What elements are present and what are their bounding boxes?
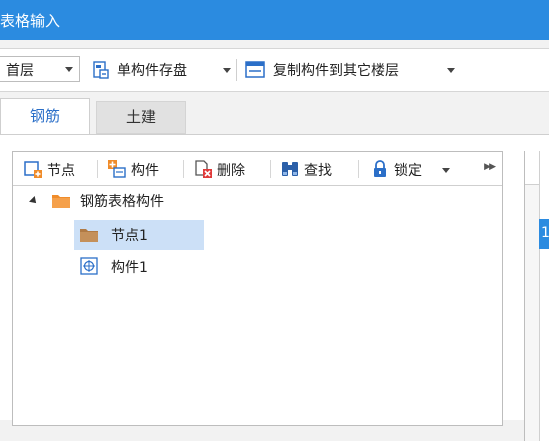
tree-node-component[interactable]: 构件1 — [74, 252, 204, 282]
copy-to-floors-label: 复制构件到其它楼层 — [273, 63, 399, 79]
delete-label: 删除 — [217, 163, 245, 179]
right-grid — [539, 151, 549, 441]
window-title: 表格输入 — [0, 12, 61, 30]
component-tree-panel: 节点 构件 删除 查找 锁定 ▶▶ 钢筋表格构件 节点1 构件1 — [12, 151, 503, 426]
chevron-down-icon — [442, 168, 450, 173]
divider — [270, 160, 271, 178]
tree-root-node[interactable]: 钢筋表格构件 — [13, 186, 313, 216]
folder-icon — [79, 226, 99, 248]
tree-node-joint[interactable]: 节点1 — [74, 220, 204, 250]
chevron-down-icon — [223, 68, 231, 73]
right-panel: 1 — [524, 151, 549, 441]
lock-icon — [370, 159, 390, 183]
copy-to-floors-button[interactable]: 复制构件到其它楼层 — [244, 59, 460, 81]
floor-select[interactable]: 首层 — [0, 56, 80, 82]
more-chevron-icon[interactable]: ▶▶ — [484, 162, 496, 172]
tab-rebar[interactable]: 钢筋 — [0, 98, 90, 134]
tab-civil[interactable]: 土建 — [96, 101, 186, 134]
divider — [97, 160, 98, 178]
delete-button[interactable]: 删除 — [193, 158, 263, 180]
copy-floors-icon — [244, 60, 266, 84]
tree-root-label: 钢筋表格构件 — [80, 194, 164, 210]
divider — [358, 160, 359, 178]
lock-button[interactable]: 锁定 — [370, 158, 454, 180]
binoculars-icon — [280, 159, 300, 183]
content-area: 节点 构件 删除 查找 锁定 ▶▶ 钢筋表格构件 节点1 构件1 1 — [0, 134, 549, 441]
find-button[interactable]: 查找 — [280, 158, 350, 180]
save-component-label: 单构件存盘 — [117, 63, 187, 79]
add-node-label: 节点 — [47, 163, 75, 179]
tab-bar: 钢筋 土建 — [0, 95, 549, 135]
floor-select-value: 首层 — [6, 63, 34, 79]
tree-toolbar: 节点 构件 删除 查找 锁定 ▶▶ — [13, 152, 502, 186]
save-component-icon — [91, 60, 111, 84]
tree-node-label: 构件1 — [111, 260, 148, 276]
lock-label: 锁定 — [394, 163, 422, 179]
chevron-down-icon — [65, 67, 73, 72]
add-component-label: 构件 — [131, 163, 159, 179]
expand-arrow-icon[interactable] — [29, 196, 39, 206]
divider — [183, 160, 184, 178]
row-number: 1 — [541, 225, 549, 241]
delete-icon — [193, 159, 213, 183]
folder-icon — [51, 192, 71, 214]
chevron-down-icon — [447, 68, 455, 73]
save-component-button[interactable]: 单构件存盘 — [91, 59, 233, 81]
divider — [236, 59, 237, 81]
add-component-button[interactable]: 构件 — [107, 158, 177, 180]
add-component-icon — [107, 159, 127, 183]
tree-node-label: 节点1 — [111, 228, 148, 244]
add-node-button[interactable]: 节点 — [23, 158, 89, 180]
find-label: 查找 — [304, 163, 332, 179]
title-bar: 表格输入 — [0, 0, 549, 40]
component-icon — [80, 257, 98, 279]
main-toolbar: 首层 单构件存盘 复制构件到其它楼层 — [0, 48, 549, 92]
add-node-icon — [23, 159, 43, 183]
